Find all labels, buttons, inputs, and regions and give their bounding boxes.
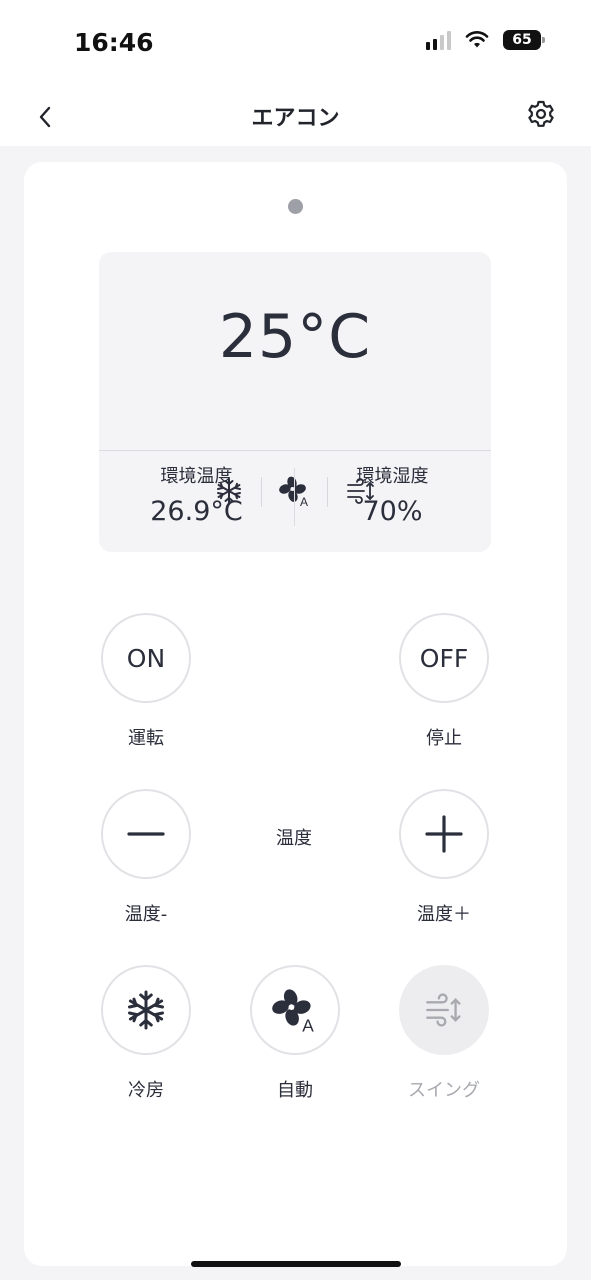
- remote-card: 25°C A 環境温度 26.9°C 環境湿度 70% ON 運転 OFF 停止…: [24, 162, 567, 1266]
- nav-bar: エアコン: [0, 88, 591, 146]
- temp-down-label: 温度-: [124, 904, 168, 925]
- cool-mode-label: 冷房: [128, 1080, 164, 1101]
- ambient-temperature: 環境温度 26.9°C: [99, 462, 294, 527]
- swing-button[interactable]: [399, 965, 489, 1055]
- ambient-temperature-value: 26.9°C: [150, 496, 243, 527]
- off-button[interactable]: OFF: [399, 613, 489, 703]
- temp-up-button[interactable]: [399, 789, 489, 879]
- on-button[interactable]: ON: [101, 613, 191, 703]
- temperature-label: 温度: [276, 828, 312, 849]
- set-temperature: 25°C: [218, 302, 372, 372]
- temp-up-label: 温度＋: [417, 904, 471, 925]
- status-bar: 16:46 65: [0, 0, 591, 88]
- temp-down-button[interactable]: [101, 789, 191, 879]
- ambient-humidity-label: 環境湿度: [356, 466, 429, 487]
- panel-divider: [99, 450, 491, 451]
- auto-fan-label: 自動: [277, 1080, 313, 1101]
- off-button-label: 停止: [426, 728, 462, 749]
- swing-label: スイング: [408, 1080, 480, 1101]
- battery-icon: 65: [503, 30, 545, 50]
- snowflake-icon: [128, 990, 164, 1030]
- svg-text:A: A: [302, 1016, 314, 1033]
- status-panel: 25°C A 環境温度 26.9°C 環境湿度 70%: [99, 252, 491, 552]
- status-icons: 65: [426, 30, 545, 50]
- status-time: 16:46: [74, 28, 154, 57]
- plus-icon: [425, 815, 463, 853]
- cellular-signal-icon: [426, 30, 451, 50]
- on-button-label: 運転: [128, 728, 164, 749]
- page-title: エアコン: [251, 106, 340, 131]
- connection-status-dot: [288, 199, 303, 214]
- cool-mode-button[interactable]: [101, 965, 191, 1055]
- minus-icon: [127, 832, 165, 836]
- auto-fan-button[interactable]: A: [250, 965, 340, 1055]
- swing-icon: [426, 993, 461, 1027]
- settings-button[interactable]: [523, 96, 559, 132]
- wifi-icon: [465, 31, 489, 48]
- ambient-humidity: 環境湿度 70%: [295, 462, 490, 527]
- home-indicator: [191, 1261, 401, 1267]
- ambient-humidity-value: 70%: [362, 496, 423, 527]
- gear-icon: [528, 100, 554, 127]
- ambient-temperature-label: 環境温度: [160, 466, 233, 487]
- fan-auto-icon: A: [272, 989, 314, 1033]
